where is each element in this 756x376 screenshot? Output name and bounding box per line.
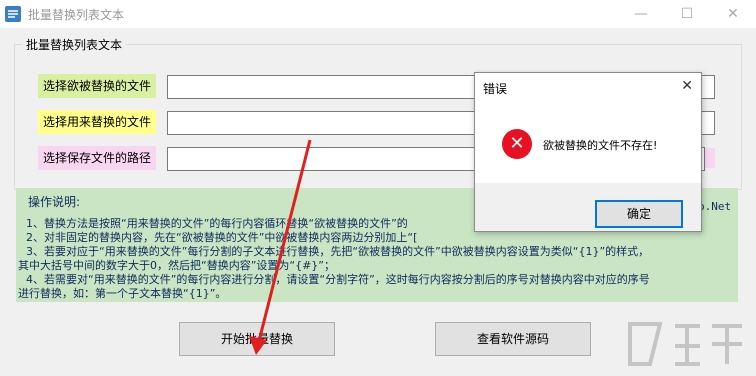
view-source-button[interactable]: 查看软件源码 (435, 322, 591, 356)
error-dialog: 错误 ✕ ✕ 欲被替换的文件不存在! 确定 (474, 72, 702, 232)
error-icon: ✕ (502, 129, 532, 159)
group-title: 批量替换列表文本 (22, 36, 127, 53)
dialog-ok-button[interactable]: 确定 (595, 200, 683, 228)
maximize-button[interactable]: ☐ (664, 0, 710, 28)
dialog-titlebar: 错误 ✕ (475, 73, 701, 101)
title-bar: 批量替换列表文本 — ☐ ✕ (0, 0, 756, 28)
dialog-title: 错误 (483, 82, 508, 96)
close-button[interactable]: ✕ (710, 0, 756, 28)
select-source-file-button[interactable]: 选择欲被替换的文件 (38, 74, 157, 98)
window-title: 批量替换列表文本 (28, 8, 125, 22)
instruction-line: 进行替换，如：第一个子文本替换“{1}”。 (18, 287, 227, 300)
dialog-message: 欲被替换的文件不存在! (543, 139, 658, 152)
watermark-text: o.Net (698, 200, 732, 213)
dialog-close-icon[interactable]: ✕ (681, 78, 693, 94)
select-replace-file-button[interactable]: 选择用来替换的文件 (38, 110, 157, 134)
select-save-path-button[interactable]: 选择保存文件的路径 (38, 146, 157, 170)
start-batch-replace-button[interactable]: 开始批量替换 (179, 322, 335, 356)
minimize-button[interactable]: — (618, 0, 664, 28)
app-icon (5, 6, 21, 22)
save-path-indicator (705, 148, 715, 168)
logo-watermark (628, 322, 742, 366)
instructions-title: 操作说明: (28, 195, 81, 209)
